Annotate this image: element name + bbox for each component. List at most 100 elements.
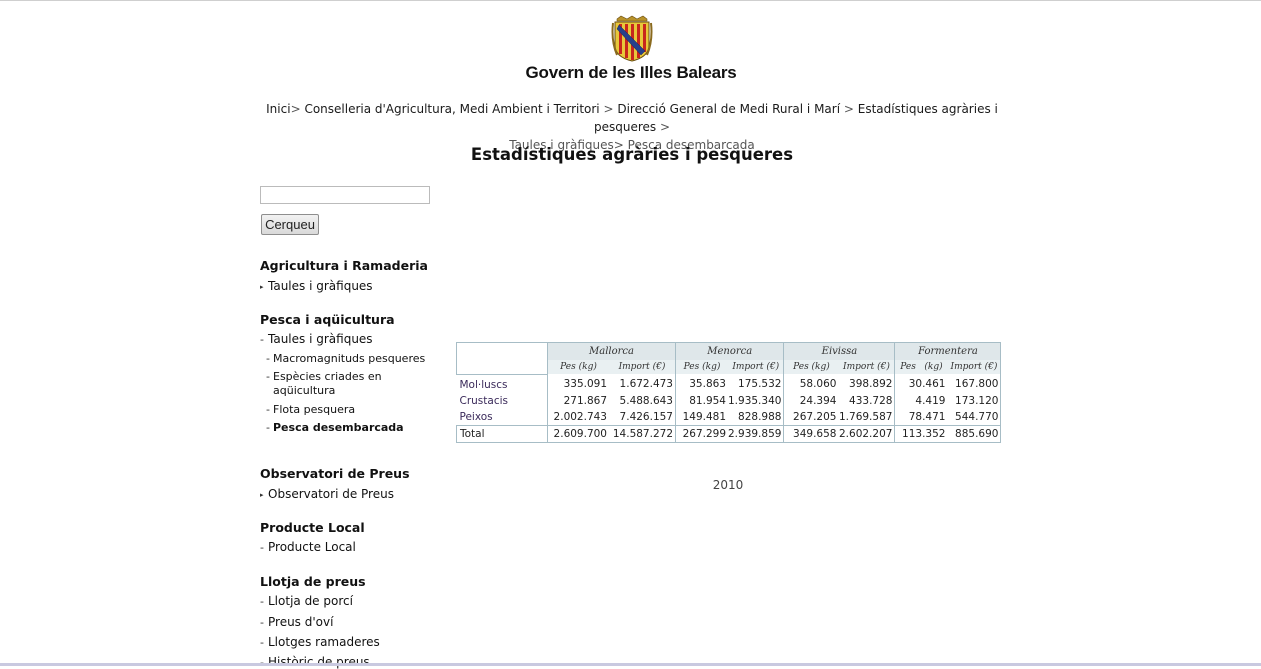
sidebar-item-label: Taules i gràfiques (268, 279, 373, 293)
dash-icon: - (260, 333, 264, 346)
breadcrumb-direccio-general[interactable]: Direcció General de Medi Rural i Marí (617, 102, 840, 116)
dash-icon: - (260, 636, 264, 649)
sidebar-item-label: Llotges ramaderes (268, 635, 380, 649)
sidebar-section-llotja: Llotja de preus (260, 574, 366, 589)
table-row-label: Total (456, 424, 548, 443)
table-subheader: Import (€) (947, 360, 1002, 374)
breadcrumb-conselleria[interactable]: Conselleria d'Agricultura, Medi Ambient … (304, 102, 599, 116)
table-cell: 1.935.340 (728, 394, 782, 407)
sidebar-item-label: Taules i gràfiques (268, 332, 373, 346)
table-group-header: Formentera (894, 342, 1002, 360)
dash-icon: - (266, 421, 270, 434)
page-title: Estadístiques agràries i pesqueres (470, 145, 794, 164)
sidebar-subitem-label: Macromagnituds pesqueres (273, 352, 426, 365)
table-cell: 2.002.743 (547, 408, 609, 425)
table-cell: 267.205 (783, 408, 839, 425)
table-cell: 398.892 (849, 378, 893, 391)
dash-icon: - (260, 595, 264, 608)
table-cell: 544.770 (947, 408, 1002, 425)
triangle-right-icon: ▸ (260, 491, 264, 499)
sidebar-section-pesca: Pesca i aqüicultura (260, 312, 395, 327)
table-cell: 173.120 (947, 392, 1002, 409)
sidebar-item-historic-preus[interactable]: -Històric de preus (260, 655, 370, 669)
table-subheader: Pes (kg) (894, 360, 948, 374)
table-cell: 30.461 (894, 374, 948, 393)
sidebar-item-pesca-taules[interactable]: - Taules i gràfiques (260, 332, 373, 346)
table-cell: 167.800 (947, 374, 1002, 393)
table-subheader: Import (€) (838, 360, 895, 374)
dash-icon: - (266, 370, 270, 383)
sidebar-item-agricultura-taules[interactable]: ▸ Taules i gràfiques (260, 279, 373, 293)
table-cell: 24.394 (783, 392, 839, 409)
table-cell: 4.419 (894, 392, 948, 409)
table-cell: 349.658 (783, 424, 839, 443)
table-cell: 1.769.587 (839, 410, 893, 423)
sidebar-subitem-flota[interactable]: - Flota pesquera (266, 403, 436, 417)
table-cell: 78.471 (894, 408, 948, 425)
sidebar-item-label: Històric de preus (268, 655, 370, 669)
table-row-label: Mol·luscs (459, 378, 508, 391)
sidebar-item-label: Producte Local (268, 540, 356, 554)
sidebar-section-observatori: Observatori de Preus (260, 466, 410, 481)
sidebar-subitem-label: Espècies criades en aqüicultura (273, 370, 382, 397)
table-cell: 828.988 (738, 410, 782, 423)
table-cell: 35.863 (675, 374, 728, 393)
sidebar-item-label: Observatori de Preus (268, 487, 394, 501)
table-total-row: Total 2.609.700 14.587.272 267.299 2.939… (456, 424, 1002, 443)
sidebar-item-label: Preus d'oví (268, 615, 334, 629)
table-cell: 2.939.859 (728, 424, 784, 443)
triangle-right-icon: ▸ (260, 283, 264, 291)
table-cell: 1.672.473 (619, 378, 673, 391)
table-cell: 335.091 (547, 374, 609, 393)
table-cell: 2.609.700 (547, 424, 609, 443)
landed-fish-table: Mallorca Menorca Eivissa Formentera Pes … (456, 342, 1002, 443)
table-cell: 2.602.207 (838, 424, 895, 443)
sidebar-subitem-pesca-desembarcada[interactable]: - Pesca desembarcada (266, 421, 436, 435)
search-button[interactable]: Cerqueu (261, 214, 319, 235)
table-subheader: Pes (kg) (675, 360, 728, 374)
table-corner-cell (456, 342, 548, 375)
table-cell: 7.426.157 (619, 410, 673, 423)
table-cell: 271.867 (547, 392, 609, 409)
table-subheader: Import (€) (728, 360, 784, 374)
dash-icon: - (266, 352, 270, 365)
table-subheader: Pes (kg) (783, 360, 839, 374)
table-row: Peixos 2.002.743 7.426.157 149.481 828.9… (457, 408, 1002, 425)
table-row-label: Peixos (459, 410, 493, 423)
sidebar-item-observatori[interactable]: ▸ Observatori de Preus (260, 487, 394, 501)
table-group-header: Mallorca (547, 342, 676, 360)
table-cell: 267.299 (675, 424, 728, 443)
breadcrumb-inici[interactable]: Inici (266, 102, 290, 116)
table-cell: 885.690 (947, 424, 1002, 443)
table-subheader: Import (€) (609, 360, 676, 374)
table-group-header: Eivissa (783, 342, 895, 360)
table-cell: 149.481 (675, 408, 728, 425)
table-row: Crustacis 271.867 5.488.643 81.954 1.935… (457, 392, 1002, 409)
table-cell: 5.488.643 (619, 394, 673, 407)
year-label: 2010 (712, 478, 744, 492)
dash-icon: - (260, 541, 264, 554)
table-cell: 113.352 (894, 424, 948, 443)
coat-of-arms-icon (611, 15, 653, 62)
search-input[interactable] (260, 186, 430, 204)
site-title: Govern de les Illes Balears (525, 63, 737, 82)
table-cell: 81.954 (675, 392, 728, 409)
table-subheader: Pes (kg) (547, 360, 609, 374)
sidebar-section-agricultura: Agricultura i Ramaderia (260, 258, 428, 273)
sidebar-subitem-label: Flota pesquera (273, 403, 356, 416)
table-cell: 58.060 (783, 374, 839, 393)
sidebar-section-producte-local: Producte Local (260, 520, 365, 535)
table-cell: 175.532 (738, 378, 782, 391)
table-cell: 433.728 (849, 394, 893, 407)
table-row: Mol·luscs 335.091 1.672.473 35.863 175.5… (457, 374, 1002, 393)
table-cell: 14.587.272 (609, 424, 676, 443)
table-group-header: Menorca (674, 342, 784, 360)
sidebar-item-llotges-ramaderes[interactable]: - Llotges ramaderes (260, 635, 380, 649)
sidebar-subitem-label: Pesca desembarcada (273, 421, 404, 434)
sidebar-item-producte-local[interactable]: - Producte Local (260, 540, 356, 554)
sidebar-subitem-especies[interactable]: - Espècies criades en aqüicultura (266, 370, 396, 398)
sidebar-item-llotja-porci[interactable]: - Llotja de porcí (260, 594, 353, 608)
dash-icon: - (260, 616, 264, 629)
sidebar-item-preus-ovi[interactable]: - Preus d'oví (260, 615, 333, 629)
sidebar-subitem-macromagnituds[interactable]: - Macromagnituds pesqueres (266, 352, 436, 366)
